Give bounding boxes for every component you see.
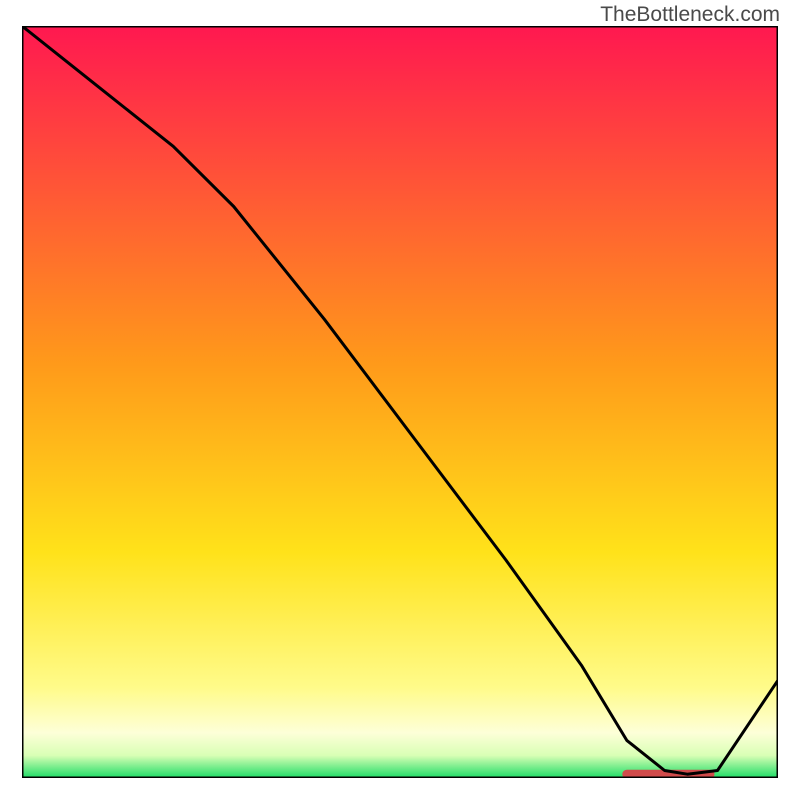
chart-background <box>22 26 778 778</box>
chart-canvas <box>22 26 778 778</box>
watermark-text: TheBottleneck.com <box>600 3 780 27</box>
chart-svg <box>22 26 778 778</box>
